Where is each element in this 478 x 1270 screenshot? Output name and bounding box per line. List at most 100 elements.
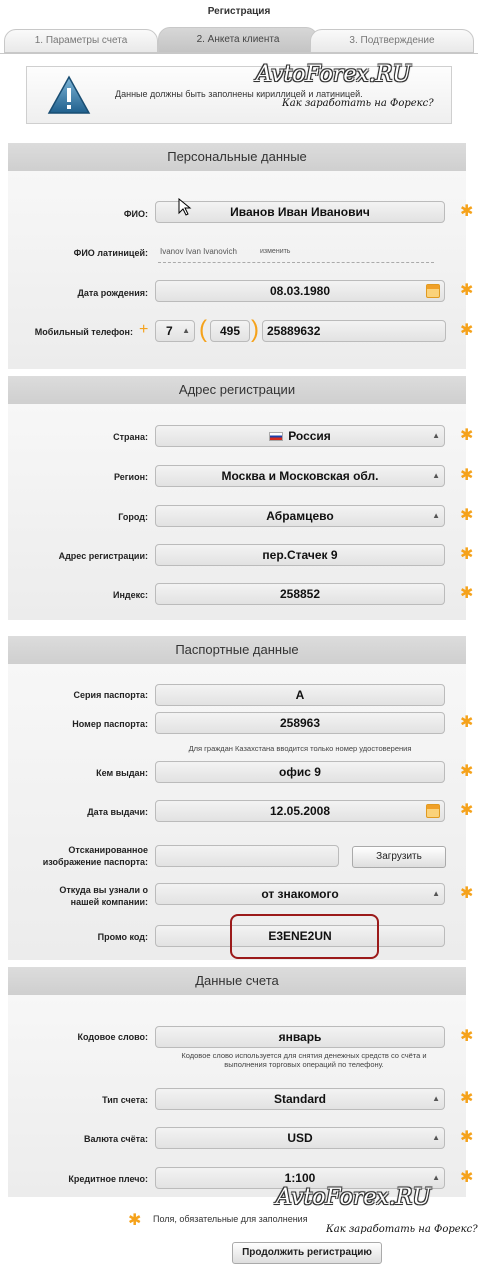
select-arrow-icon: ▲ [432,511,440,520]
passport-number-input[interactable]: 258963 [155,712,445,734]
fio-latin-label: ФИО латиницей: [73,248,148,258]
codeword-hint-line-2: выполнения торговых операций по телефону… [224,1060,384,1069]
passport-series-label: Серия паспорта: [73,690,148,700]
russia-flag-icon [269,432,284,442]
select-arrow-icon: ▲ [182,326,190,335]
leverage-value: 1:100 [284,1171,316,1185]
codeword-hint-line-1: Кодовое слово используется для снятия де… [181,1051,427,1060]
source-label-line-1: Откуда вы узнали о [59,885,148,895]
paren-open: ( [199,316,207,343]
required-star-icon: ✱ [460,1028,474,1045]
calendar-icon[interactable] [426,284,440,298]
issue-date-value: 12.05.2008 [269,804,331,818]
select-arrow-icon: ▲ [432,889,440,898]
required-star-icon: ✱ [460,322,474,339]
required-star-icon: ✱ [460,203,474,220]
source-label: Откуда вы узнали о нашей компании: [8,884,148,908]
section-address-header: Адрес регистрации [8,376,466,404]
required-star-icon: ✱ [460,714,474,731]
issue-date-label: Дата выдачи: [87,807,148,817]
region-value: Москва и Московская обл. [221,469,379,483]
scan-file-input[interactable] [155,845,339,867]
phone-country-value: 7 [166,324,173,338]
issued-by-input[interactable]: офис 9 [155,761,445,783]
required-star-icon: ✱ [460,546,474,563]
required-star-icon: ✱ [460,885,474,902]
select-arrow-icon: ▲ [432,471,440,480]
currency-value: USD [287,1131,313,1145]
scan-label-line-1: Отсканированное [68,845,148,855]
phone-code-input[interactable]: 495 [210,320,250,342]
passport-number-hint: Для граждан Казахстана вводится только н… [188,744,412,753]
country-select[interactable]: Россия ▲ [155,425,445,447]
account-type-select[interactable]: Standard ▲ [155,1088,445,1110]
scan-label-line-2: изображение паспорта: [42,857,148,867]
required-star-icon: ✱ [128,1212,142,1229]
select-arrow-icon: ▲ [432,1173,440,1182]
watermark-title: AvtoForex.RU [256,62,411,87]
required-star-icon: ✱ [460,802,474,819]
fio-latin-value: Ivanov Ivan Ivanovich [160,247,237,256]
section-personal: ФИО: Иванов Иван Иванович ✱ ФИО латинице… [8,171,473,369]
source-select[interactable]: от знакомого ▲ [155,883,445,905]
birth-date-value: 08.03.1980 [269,284,331,298]
scan-label: Отсканированное изображение паспорта: [8,844,148,868]
region-label: Регион: [114,472,148,482]
passport-series-input[interactable]: А [155,684,445,706]
required-star-icon: ✱ [460,467,474,484]
phone-country-select[interactable]: 7 ▲ [155,320,195,342]
issue-date-input[interactable]: 12.05.2008 [155,800,445,822]
account-type-value: Standard [273,1092,326,1106]
source-value: от знакомого [261,887,339,901]
street-input[interactable]: пер.Стачек 9 [155,544,445,566]
fio-label: ФИО: [123,209,148,219]
region-select[interactable]: Москва и Московская обл. ▲ [155,465,445,487]
select-arrow-icon: ▲ [432,1094,440,1103]
phone-label: Мобильный телефон: [34,327,133,337]
required-star-icon: ✱ [460,1090,474,1107]
section-address: Страна: Россия ▲ ✱ Регион: Москва и Моск… [8,404,473,620]
issued-by-label: Кем выдан: [96,768,148,778]
page-title: Регистрация [207,6,271,17]
zip-input[interactable]: 258852 [155,583,445,605]
calendar-icon[interactable] [426,804,440,818]
step-tabs: 1. Параметры счета 2. Анкета клиента 3. … [0,27,478,53]
required-star-icon: ✱ [460,763,474,780]
required-star-icon: ✱ [460,282,474,299]
required-note: Поля, обязательные для заполнения [153,1214,308,1224]
watermark-title-bottom: AvtoForex.RU [276,1185,431,1210]
section-account: Кодовое слово: январь ✱ Кодовое слово ис… [8,995,473,1197]
city-label: Город: [118,512,148,522]
city-select[interactable]: Абрамцево ▲ [155,505,445,527]
tabs-divider [0,53,478,54]
section-passport-header: Паспортные данные [8,636,466,664]
leverage-label: Кредитное плечо: [68,1174,148,1184]
codeword-hint: Кодовое слово используется для снятия де… [155,1051,453,1069]
required-star-icon: ✱ [460,585,474,602]
cursor-icon [178,198,192,216]
currency-label: Валюта счёта: [83,1134,148,1144]
street-label: Адрес регистрации: [58,551,148,561]
birth-label: Дата рождения: [77,288,148,298]
required-star-icon: ✱ [460,1129,474,1146]
section-personal-header: Персональные данные [8,143,466,171]
continue-registration-button[interactable]: Продолжить регистрацию [232,1242,382,1264]
currency-select[interactable]: USD ▲ [155,1127,445,1149]
phone-number-input[interactable]: 25889632 [262,320,446,342]
required-star-icon: ✱ [460,427,474,444]
required-star-icon: ✱ [460,1169,474,1186]
codeword-input[interactable]: январь [155,1026,445,1048]
fio-latin-edit-link[interactable]: изменить [260,248,290,255]
fio-input[interactable]: Иванов Иван Иванович [155,201,445,223]
select-arrow-icon: ▲ [432,1133,440,1142]
tab-account-params[interactable]: 1. Параметры счета [4,29,158,53]
zip-label: Индекс: [112,590,148,600]
tab-client-form[interactable]: 2. Анкета клиента [158,27,318,53]
paren-close: ) [251,316,259,343]
birth-date-input[interactable]: 08.03.1980 [155,280,445,302]
warning-triangle-icon [47,75,91,114]
tab-confirmation[interactable]: 3. Подтверждение [310,29,474,53]
upload-button[interactable]: Загрузить [352,846,446,868]
required-star-icon: ✱ [460,507,474,524]
city-value: Абрамцево [266,509,334,523]
